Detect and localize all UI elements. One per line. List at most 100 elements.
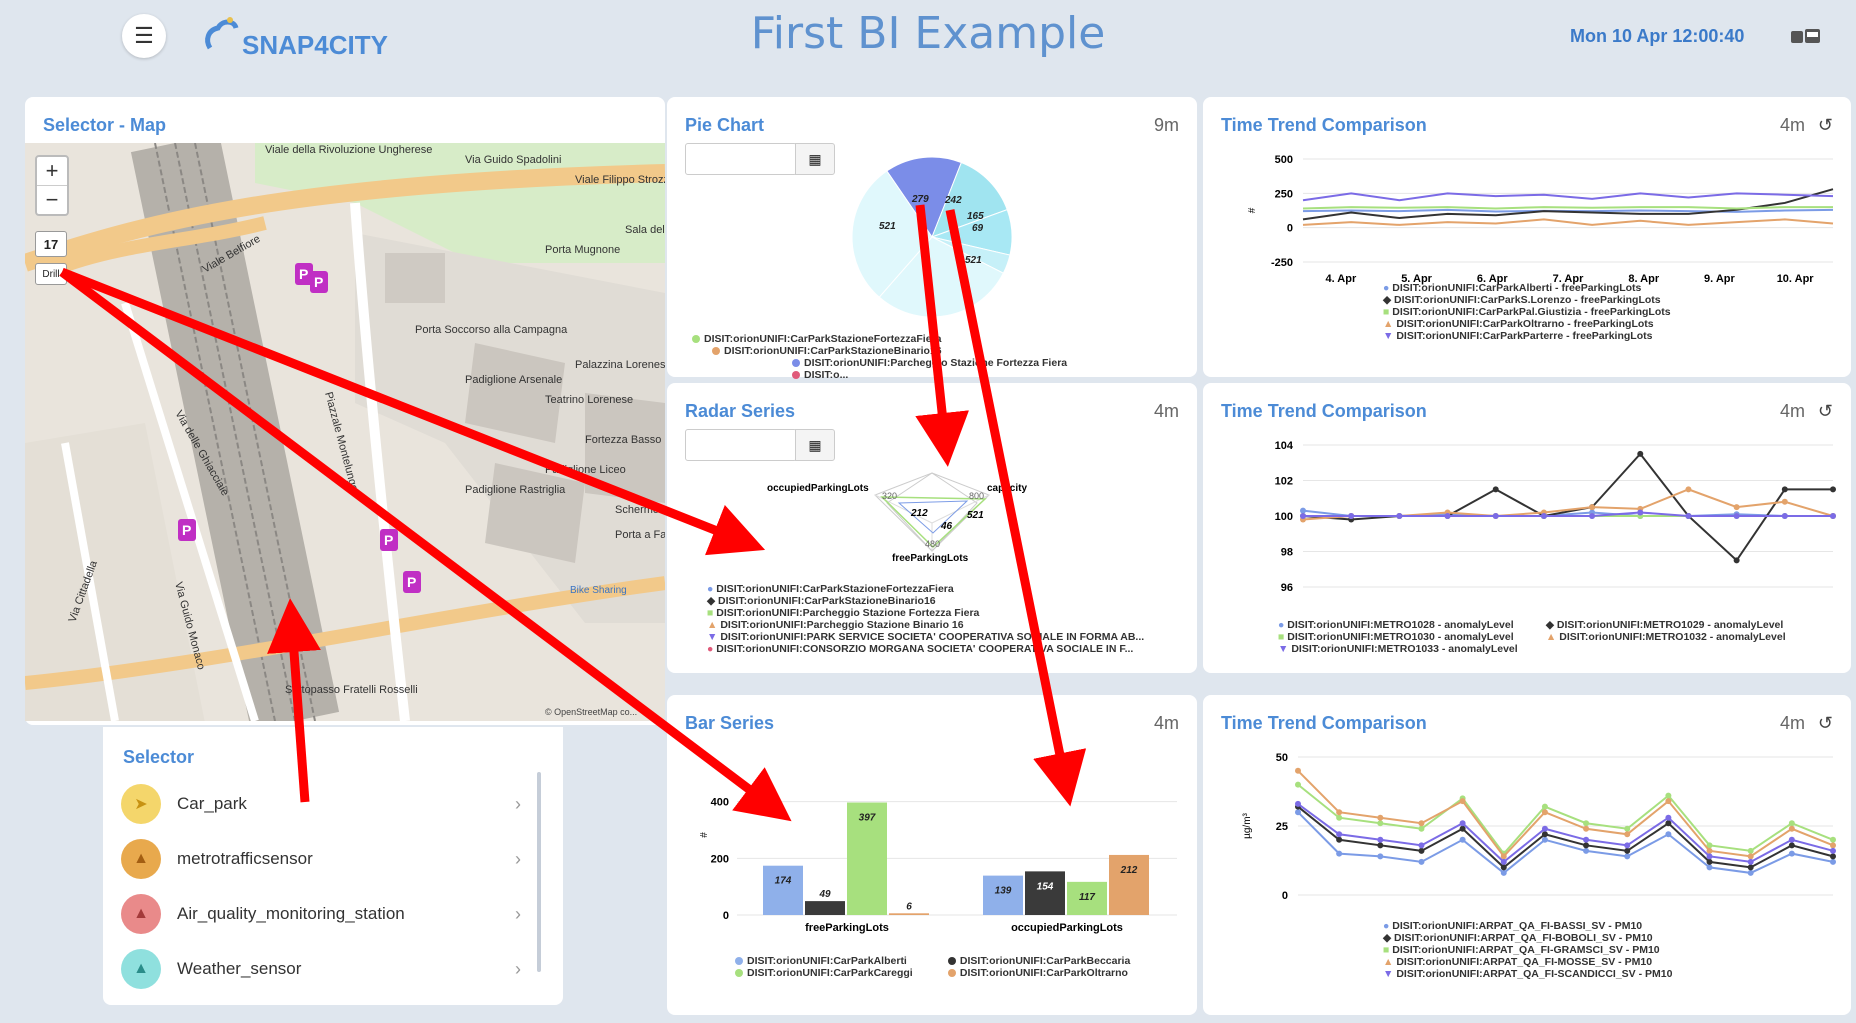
data-point[interactable] [1459, 798, 1466, 805]
history-icon[interactable]: ↺ [1818, 401, 1833, 422]
legend-item[interactable]: ◆ DISIT:orionUNIFI:CarParkStazioneBinari… [707, 595, 1187, 607]
parking-marker-icon[interactable]: P [380, 529, 398, 551]
data-point[interactable] [1624, 853, 1631, 860]
parking-marker-icon[interactable]: P [310, 271, 328, 293]
data-point[interactable] [1418, 825, 1425, 832]
data-point[interactable] [1665, 831, 1672, 838]
data-point[interactable] [1665, 798, 1672, 805]
legend-item[interactable]: DISIT:orionUNIFI:CarParkOltrarno [947, 967, 1128, 979]
data-point[interactable] [1624, 847, 1631, 854]
data-point[interactable] [1336, 809, 1343, 816]
legend-item[interactable]: DISIT:orionUNIFI:Parcheggio Stazione For… [792, 357, 1067, 369]
data-point[interactable] [1665, 814, 1672, 821]
data-point[interactable] [1541, 809, 1548, 816]
legend-item[interactable]: ▲ DISIT:orionUNIFI:CarParkOltrarno - fre… [1383, 318, 1671, 330]
data-point[interactable] [1733, 557, 1740, 564]
data-point[interactable] [1336, 831, 1343, 838]
series-line[interactable] [1302, 218, 1834, 226]
legend-item[interactable]: ▼ DISIT:orionUNIFI:ARPAT_QA_FI-SCANDICCI… [1383, 968, 1672, 980]
history-icon[interactable]: ↺ [1818, 115, 1833, 136]
radar-date-input[interactable] [685, 429, 797, 461]
series-line[interactable] [1302, 206, 1833, 210]
legend-item[interactable]: DISIT:orionUNIFI:CarParkBeccaria [947, 955, 1130, 967]
data-point[interactable] [1583, 820, 1590, 827]
data-point[interactable] [1377, 820, 1384, 827]
data-point[interactable] [1830, 836, 1836, 843]
legend-item[interactable]: ◆ DISIT:orionUNIFI:ARPAT_QA_FI-BOBOLI_SV… [1383, 932, 1672, 944]
data-point[interactable] [1830, 513, 1836, 519]
data-point[interactable] [1583, 825, 1590, 832]
zoom-out-button[interactable]: − [37, 186, 67, 214]
data-point[interactable] [1830, 847, 1836, 854]
drill-button[interactable]: Drill [35, 263, 67, 285]
legend-item[interactable]: ■ DISIT:orionUNIFI:ARPAT_QA_FI-GRAMSCI_S… [1383, 944, 1672, 956]
data-point[interactable] [1295, 767, 1301, 774]
data-point[interactable] [1377, 814, 1384, 821]
data-point[interactable] [1706, 847, 1713, 854]
data-point[interactable] [1830, 858, 1836, 865]
data-point[interactable] [1788, 825, 1795, 832]
legend-item[interactable]: ■ DISIT:orionUNIFI:Parcheggio Stazione F… [707, 607, 1187, 619]
data-point[interactable] [1781, 498, 1788, 505]
data-point[interactable] [1583, 836, 1590, 843]
data-point[interactable] [1295, 809, 1301, 816]
parking-marker-icon[interactable]: P [403, 571, 421, 593]
legend-item[interactable]: ▲ DISIT:orionUNIFI:ARPAT_QA_FI-MOSSE_SV … [1383, 956, 1672, 968]
data-point[interactable] [1541, 803, 1548, 810]
data-point[interactable] [1747, 864, 1754, 871]
legend-item[interactable]: ■ DISIT:orionUNIFI:CarParkPal.Giustizia … [1383, 306, 1671, 318]
data-point[interactable] [1500, 853, 1507, 860]
data-point[interactable] [1459, 836, 1466, 843]
data-point[interactable] [1788, 836, 1795, 843]
legend-item[interactable]: ▼ DISIT:orionUNIFI:METRO1033 - anomalyLe… [1278, 643, 1518, 655]
legend-item[interactable]: ◆ DISIT:orionUNIFI:CarParkS.Lorenzo - fr… [1383, 294, 1671, 306]
data-point[interactable] [1418, 842, 1425, 849]
data-point[interactable] [1500, 869, 1507, 876]
data-point[interactable] [1706, 853, 1713, 860]
data-point[interactable] [1637, 450, 1644, 457]
legend-item[interactable]: DISIT:o... [792, 369, 848, 381]
legend-item[interactable]: ▼ DISIT:orionUNIFI:CarParkParterre - fre… [1383, 330, 1671, 342]
data-point[interactable] [1733, 513, 1740, 519]
data-point[interactable] [1685, 486, 1692, 493]
data-point[interactable] [1733, 504, 1740, 511]
series-line[interactable] [1297, 803, 1834, 864]
data-point[interactable] [1665, 792, 1672, 799]
legend-item[interactable]: ▲ DISIT:orionUNIFI:Parcheggio Stazione B… [707, 619, 1187, 631]
data-point[interactable] [1336, 836, 1343, 843]
data-point[interactable] [1492, 513, 1499, 519]
data-point[interactable] [1541, 836, 1548, 843]
data-point[interactable] [1348, 513, 1355, 519]
data-point[interactable] [1747, 858, 1754, 865]
data-point[interactable] [1781, 486, 1788, 493]
data-point[interactable] [1459, 825, 1466, 832]
selector-item-metrotrafficsensor[interactable]: ▲ metrotrafficsensor › [121, 834, 541, 884]
data-point[interactable] [1500, 858, 1507, 865]
data-point[interactable] [1418, 847, 1425, 854]
data-point[interactable] [1418, 820, 1425, 827]
data-point[interactable] [1589, 513, 1596, 519]
data-point[interactable] [1685, 513, 1692, 519]
data-point[interactable] [1788, 820, 1795, 827]
data-point[interactable] [1637, 509, 1644, 516]
fullscreen-icon[interactable] [1790, 28, 1822, 46]
data-point[interactable] [1747, 869, 1754, 876]
data-point[interactable] [1377, 853, 1384, 860]
legend-item[interactable]: DISIT:orionUNIFI:CarParkAlberti [735, 955, 945, 967]
series-line[interactable] [1302, 452, 1833, 562]
data-point[interactable] [1418, 858, 1425, 865]
bar[interactable] [1025, 871, 1065, 915]
data-point[interactable] [1459, 820, 1466, 827]
legend-item[interactable]: ● DISIT:orionUNIFI:CarParkAlberti - free… [1383, 282, 1671, 294]
data-point[interactable] [1747, 853, 1754, 860]
bar[interactable] [889, 913, 929, 915]
selector-item-car-park[interactable]: ➤ Car_park › [121, 779, 541, 829]
data-point[interactable] [1706, 864, 1713, 871]
data-point[interactable] [1492, 486, 1499, 493]
zoom-in-button[interactable]: + [37, 157, 67, 186]
data-point[interactable] [1377, 836, 1384, 843]
parking-marker-icon[interactable]: P [178, 519, 196, 541]
selector-item-weather-sensor[interactable]: ▲ Weather_sensor › [121, 944, 541, 994]
data-point[interactable] [1830, 486, 1836, 493]
data-point[interactable] [1377, 842, 1384, 849]
